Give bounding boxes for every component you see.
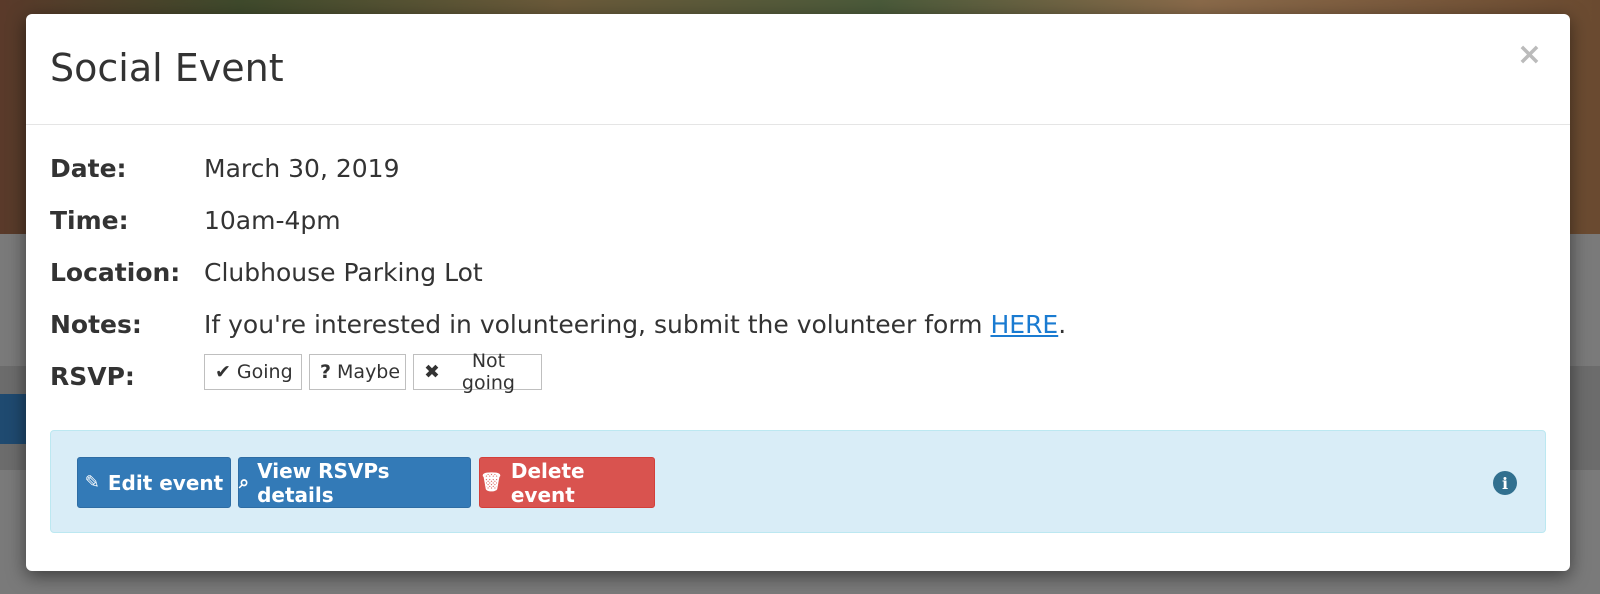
date-value: March 30, 2019 bbox=[204, 154, 400, 183]
volunteer-form-link[interactable]: HERE bbox=[990, 310, 1058, 339]
view-rsvps-button[interactable]: ⌕ View RSVPs details bbox=[238, 457, 471, 508]
rsvp-label: RSVP: bbox=[50, 362, 135, 391]
admin-actions-panel: ✎ Edit event ⌕ View RSVPs details 🗑 Dele… bbox=[50, 430, 1546, 533]
location-row: Location: Clubhouse Parking Lot bbox=[50, 258, 1450, 298]
pencil-icon: ✎ bbox=[84, 472, 100, 493]
rsvp-row: RSVP: ✔ Going ? Maybe ✖ Not going bbox=[50, 350, 1450, 402]
trash-icon: 🗑 bbox=[480, 472, 503, 493]
date-label: Date: bbox=[50, 154, 127, 183]
notes-end: . bbox=[1058, 310, 1067, 339]
edit-event-button[interactable]: ✎ Edit event bbox=[77, 457, 231, 508]
close-icon[interactable]: × bbox=[1517, 40, 1542, 70]
rsvp-going-button[interactable]: ✔ Going bbox=[204, 354, 302, 390]
rsvp-maybe-label: Maybe bbox=[337, 361, 401, 383]
location-label: Location: bbox=[50, 258, 181, 287]
delete-event-label: Delete event bbox=[510, 458, 585, 507]
rsvp-not-going-button[interactable]: ✖ Not going bbox=[413, 350, 542, 394]
time-label: Time: bbox=[50, 206, 129, 235]
rsvp-going-label: Going bbox=[236, 361, 293, 383]
time-row: Time: 10am-4pm bbox=[50, 206, 1450, 246]
modal-header: Social Event × bbox=[26, 14, 1570, 125]
event-modal: Social Event × Date: March 30, 2019 Time… bbox=[26, 14, 1570, 571]
date-row: Date: March 30, 2019 bbox=[50, 154, 1450, 194]
modal-title: Social Event bbox=[50, 46, 284, 90]
rsvp-not-going-label: Not going bbox=[461, 350, 515, 394]
edit-event-label: Edit event bbox=[107, 470, 224, 495]
notes-label: Notes: bbox=[50, 310, 142, 339]
x-icon: ✖ bbox=[424, 361, 440, 383]
question-icon: ? bbox=[320, 361, 332, 383]
notes-row: Notes: If you're interested in volunteer… bbox=[50, 310, 1450, 350]
delete-event-button[interactable]: 🗑 Delete event bbox=[479, 457, 655, 508]
view-rsvps-label: View RSVPs details bbox=[257, 458, 390, 507]
info-icon[interactable]: i bbox=[1493, 471, 1517, 495]
location-value: Clubhouse Parking Lot bbox=[204, 258, 483, 287]
notes-text: If you're interested in volunteering, su… bbox=[204, 310, 991, 339]
rsvp-maybe-button[interactable]: ? Maybe bbox=[309, 354, 406, 390]
search-icon: ⌕ bbox=[239, 472, 250, 493]
notes-value: If you're interested in volunteering, su… bbox=[204, 310, 1066, 339]
check-icon: ✔ bbox=[215, 361, 231, 383]
time-value: 10am-4pm bbox=[204, 206, 341, 235]
